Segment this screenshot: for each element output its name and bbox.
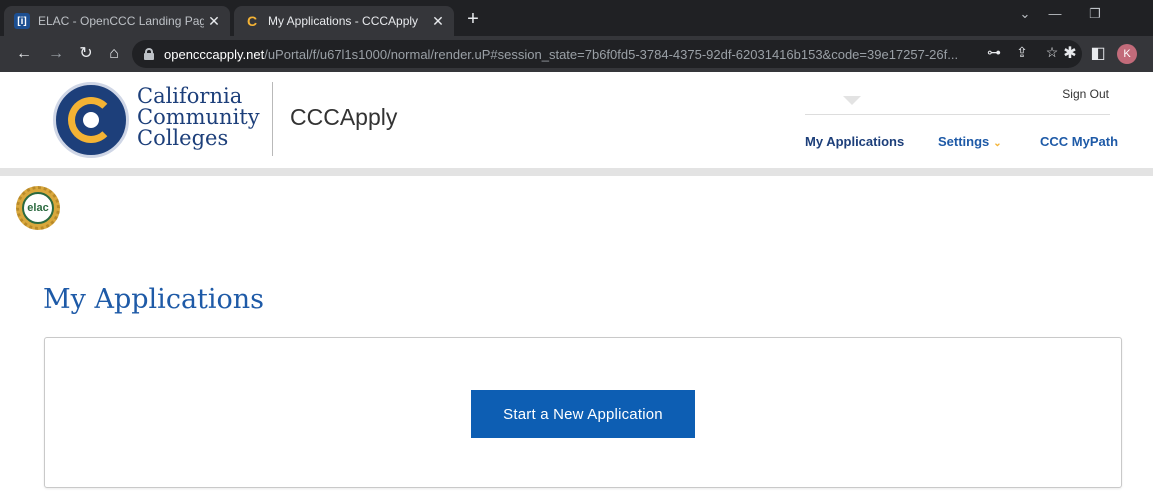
close-icon[interactable]: ✕ [204,13,224,30]
side-panel-icon[interactable]: ◧ [1086,42,1110,66]
tab-search-icon[interactable]: ⌄ [1010,6,1040,22]
browser-toolbar: ← → ↻ ⌂ opencccapply.net /uPortal/f/u67l… [0,36,1153,72]
header-band [0,168,1153,176]
restore-icon[interactable]: ❐ [1080,6,1110,22]
brand-divider [272,82,273,156]
app-name: CCCApply [290,104,398,130]
nav-my-applications[interactable]: My Applications [805,134,904,149]
extensions-icon[interactable]: ✱ [1058,42,1082,66]
tab-title: ELAC - OpenCCC Landing Page [38,14,204,28]
key-icon[interactable]: ⊶ [984,44,1004,61]
nav-ccc-mypath[interactable]: CCC MyPath [1040,134,1118,149]
tab-title: My Applications - CCCApply [268,14,419,28]
close-icon[interactable]: ✕ [428,13,448,30]
nav-settings[interactable]: Settings ⌄ [938,134,1002,149]
brand-line-2: Community [137,105,260,129]
brand-line-3: Colleges [137,126,229,150]
active-nav-pointer [843,96,861,105]
sign-out-link[interactable]: Sign Out [1062,87,1109,101]
nav-settings-label: Settings [938,134,990,149]
header-divider [805,114,1110,115]
home-icon[interactable]: ⌂ [102,42,126,66]
elac-college-badge: elac [16,186,60,230]
tab-my-applications[interactable]: C My Applications - CCCApply ✕ [234,6,454,36]
browser-tab-strip: [i] ELAC - OpenCCC Landing Page ✕ C My A… [0,0,1153,36]
profile-avatar[interactable]: K [1117,44,1137,64]
brand-name: California Community Colleges [137,86,260,149]
address-bar[interactable]: opencccapply.net /uPortal/f/u67l1s1000/n… [132,40,1082,68]
site-header: California Community Colleges CCCApply S… [0,72,1153,170]
share-icon[interactable]: ⇪ [1012,44,1032,61]
chevron-down-icon: ⌄ [993,138,1002,149]
tab-elac-landing[interactable]: [i] ELAC - OpenCCC Landing Page ✕ [4,6,230,36]
logo-sun [83,112,99,128]
elac-badge-label: elac [22,192,54,224]
new-tab-button[interactable]: + [462,8,484,30]
forward-icon[interactable]: → [44,42,68,66]
cccapply-favicon-icon: C [246,13,258,29]
minimize-icon[interactable]: — [1040,6,1070,21]
reload-icon[interactable]: ↻ [74,42,98,66]
lock-icon [144,48,154,60]
url-path: /uPortal/f/u67l1s1000/normal/render.uP#s… [264,46,959,62]
applications-panel: Start a New Application [44,337,1122,488]
back-icon[interactable]: ← [12,42,36,66]
elac-favicon-icon: [i] [14,13,30,29]
page-title: My Applications [43,284,265,315]
california-community-colleges-logo[interactable] [53,82,129,158]
brand-line-1: California [137,84,243,108]
start-new-application-button[interactable]: Start a New Application [471,390,695,438]
url-domain: opencccapply.net [164,46,265,62]
